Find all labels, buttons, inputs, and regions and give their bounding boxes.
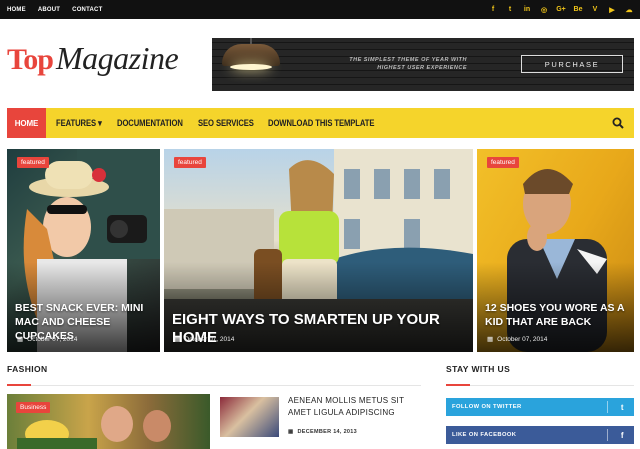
nav-item-documentation[interactable]: DOCUMENTATION bbox=[117, 108, 183, 138]
nav-item-features[interactable]: FEATURES ▾ bbox=[56, 108, 102, 138]
purchase-button[interactable]: PURCHASE bbox=[521, 55, 623, 73]
follow-twitter-label: FOLLOW ON TWITTER bbox=[452, 404, 522, 410]
top-link-about[interactable]: ABOUT bbox=[38, 7, 60, 13]
top-link-home[interactable]: HOME bbox=[7, 7, 26, 13]
like-facebook-button[interactable]: LIKE ON FACEBOOK f bbox=[446, 426, 634, 444]
calendar-icon: ▦ bbox=[487, 336, 494, 343]
calendar-icon: ▦ bbox=[174, 336, 181, 343]
section-divider bbox=[7, 385, 421, 386]
youtube-icon[interactable]: ▶ bbox=[607, 6, 617, 14]
post-date: ▦ October 07, 2014 bbox=[487, 335, 548, 344]
featured-post-1[interactable]: featured BEST SNACK EVER: MINI MAC AND C… bbox=[7, 149, 160, 352]
section-title-stay: STAY WITH US bbox=[446, 364, 511, 374]
social-icons: f t in ◎ G+ Be V ▶ ☁ bbox=[488, 0, 634, 19]
featured-post-2[interactable]: featured EIGHT WAYS TO SMARTEN UP YOUR H… bbox=[164, 149, 473, 352]
post-date-text: October 07, 2014 bbox=[27, 335, 78, 343]
post-date-text: October 07, 2014 bbox=[497, 335, 548, 343]
lamp-glow bbox=[230, 64, 272, 70]
main-nav: HOME FEATURES ▾ DOCUMENTATION SEO SERVIC… bbox=[7, 108, 634, 138]
post-date-text: DECEMBER 14, 2013 bbox=[297, 429, 358, 435]
button-separator bbox=[607, 401, 608, 413]
follow-twitter-button[interactable]: FOLLOW ON TWITTER t bbox=[446, 398, 634, 416]
facebook-icon[interactable]: f bbox=[488, 6, 498, 13]
header-banner[interactable]: THE SIMPLEST THEME OF YEAR WITH HIGHEST … bbox=[212, 38, 634, 91]
featured-badge[interactable]: featured bbox=[487, 157, 519, 168]
section-accent bbox=[7, 384, 31, 386]
twitter-icon: t bbox=[620, 402, 624, 412]
top-bar: HOME ABOUT CONTACT f t in ◎ G+ Be V ▶ ☁ bbox=[0, 0, 640, 19]
section-title-fashion: FASHION bbox=[7, 364, 48, 374]
section-accent bbox=[446, 384, 470, 386]
top-links: HOME ABOUT CONTACT bbox=[7, 0, 102, 19]
nav-item-download-template[interactable]: DOWNLOAD THIS TEMPLATE bbox=[268, 108, 374, 138]
fashion-main-post[interactable]: Business bbox=[7, 394, 210, 449]
section-divider bbox=[446, 385, 634, 386]
featured-badge[interactable]: featured bbox=[174, 157, 206, 168]
top-link-contact[interactable]: CONTACT bbox=[72, 7, 102, 13]
like-facebook-label: LIKE ON FACEBOOK bbox=[452, 432, 517, 438]
banner-slogan: THE SIMPLEST THEME OF YEAR WITH HIGHEST … bbox=[349, 57, 467, 71]
soundcloud-icon[interactable]: ☁ bbox=[624, 6, 634, 14]
featured-badge[interactable]: featured bbox=[17, 157, 49, 168]
featured-post-3[interactable]: featured 12 SHOES YOU WORE AS A KID THAT… bbox=[477, 149, 634, 352]
button-separator bbox=[607, 429, 608, 441]
post-title[interactable]: AENEAN MOLLIS METUS SIT AMET LIGULA ADIP… bbox=[288, 395, 418, 419]
behance-icon[interactable]: Be bbox=[573, 6, 583, 13]
logo-part-top: Top bbox=[7, 43, 54, 76]
category-badge[interactable]: Business bbox=[16, 402, 51, 413]
lamp-image bbox=[222, 44, 280, 66]
nav-item-seo-services[interactable]: SEO SERVICES bbox=[198, 108, 254, 138]
featured-title[interactable]: 12 SHOES YOU WORE AS A KID THAT ARE BACK bbox=[485, 301, 626, 329]
search-icon[interactable] bbox=[612, 117, 624, 129]
logo-part-magazine: Magazine bbox=[55, 40, 179, 76]
vimeo-icon[interactable]: V bbox=[590, 6, 600, 13]
post-date: ▦ October 07, 2014 bbox=[174, 335, 235, 344]
nav-item-home[interactable]: HOME bbox=[7, 108, 46, 138]
post-date: ▦ October 07, 2014 bbox=[17, 335, 78, 344]
calendar-icon: ▦ bbox=[288, 429, 294, 435]
calendar-icon: ▦ bbox=[17, 336, 24, 343]
site-logo[interactable]: Top Magazine bbox=[7, 40, 179, 84]
linkedin-icon[interactable]: in bbox=[522, 6, 532, 13]
instagram-icon[interactable]: ◎ bbox=[539, 6, 549, 14]
post-date: ▦ DECEMBER 14, 2013 bbox=[288, 429, 357, 435]
googleplus-icon[interactable]: G+ bbox=[556, 6, 566, 13]
post-thumbnail[interactable] bbox=[220, 397, 279, 437]
post-date-text: October 07, 2014 bbox=[184, 335, 235, 343]
facebook-icon: f bbox=[620, 430, 624, 440]
twitter-icon[interactable]: t bbox=[505, 6, 515, 13]
